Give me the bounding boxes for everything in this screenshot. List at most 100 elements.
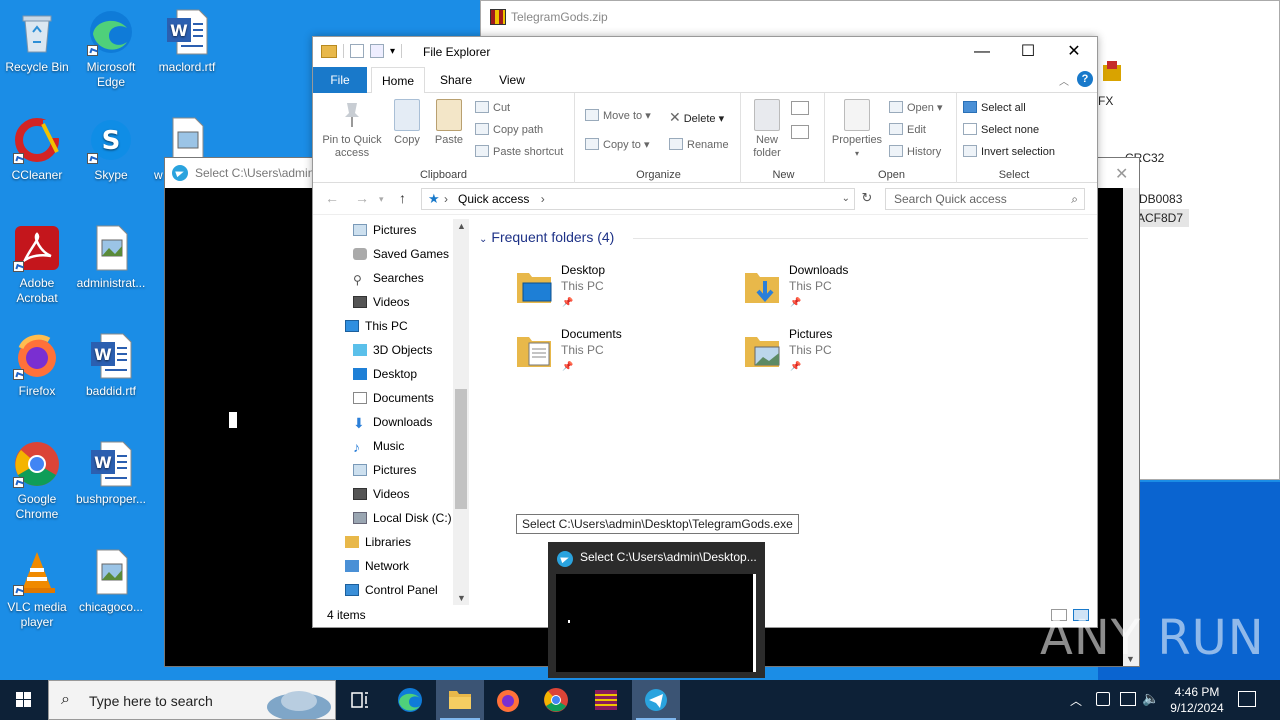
taskbar-thumbnail-preview[interactable]: Select C:\Users\admin\Desktop...	[548, 542, 765, 678]
frequent-folders-header[interactable]: ⌄ Frequent folders (4)	[479, 229, 614, 245]
nav-item-3d-objects[interactable]: 3D Objects	[353, 343, 432, 357]
network-icon[interactable]	[1120, 692, 1136, 706]
select-none-button[interactable]: Select none	[963, 123, 1039, 136]
nav-item-pictures[interactable]: Pictures	[353, 223, 416, 237]
nav-pane-scrollbar[interactable]: ▲ ▼	[453, 219, 469, 605]
address-box[interactable]: ★ › Quick access › ⌄	[421, 188, 855, 210]
tab-home[interactable]: Home	[371, 67, 425, 94]
taskbar-telegram[interactable]	[632, 680, 680, 720]
nav-item-local-disk[interactable]: Local Disk (C:)	[353, 511, 452, 525]
delete-button[interactable]: ✕ Delete ▾	[669, 109, 724, 126]
minimize-button[interactable]: —	[959, 37, 1005, 67]
folder-downloads[interactable]: Downloads This PC 📌	[743, 261, 943, 317]
scrollbar-thumb[interactable]	[455, 389, 467, 509]
taskbar-chrome[interactable]	[532, 680, 580, 720]
help-icon[interactable]: ?	[1077, 71, 1093, 87]
breadcrumb-chevron-icon[interactable]: ›	[541, 192, 545, 206]
nav-item-videos[interactable]: Videos	[353, 295, 409, 309]
file-explorer-window[interactable]: ▾ File Explorer — ☐ ✕ File Home Share Vi…	[312, 36, 1098, 628]
taskbar-search-box[interactable]: ⌕ Type here to search	[48, 680, 336, 720]
collapse-ribbon-icon[interactable]: ︿	[1059, 73, 1069, 88]
desktop-icon-google-chrome[interactable]: Google Chrome	[0, 440, 74, 522]
select-all-button[interactable]: Select all	[963, 101, 1026, 114]
taskbar-edge[interactable]	[386, 680, 434, 720]
desktop-icon-vlc[interactable]: VLC media player	[0, 548, 74, 630]
desktop-icon-firefox[interactable]: Firefox	[0, 332, 74, 399]
desktop-icon-adobe-acrobat[interactable]: Adobe Acrobat	[0, 224, 74, 306]
nav-item-desktop[interactable]: Desktop	[353, 367, 417, 381]
recent-dropdown-icon[interactable]: ▾	[379, 194, 384, 205]
taskbar-winrar[interactable]	[582, 680, 630, 720]
notification-center-icon[interactable]	[1238, 691, 1256, 707]
copy-to-button[interactable]: Copy to ▾	[585, 138, 650, 151]
nav-item-documents[interactable]: Documents	[353, 391, 434, 405]
folder-documents[interactable]: Documents This PC 📌	[515, 325, 715, 381]
properties-button[interactable]: Properties ▾	[829, 99, 885, 160]
nav-item-searches[interactable]: ⚲ Searches	[353, 271, 424, 287]
paste-shortcut-button[interactable]: Paste shortcut	[475, 145, 563, 158]
taskbar-clock[interactable]: 4:46 PM 9/12/2024	[1160, 684, 1234, 716]
tab-share[interactable]: Share	[429, 67, 483, 93]
desktop-icon-baddid[interactable]: W baddid.rtf	[74, 332, 148, 399]
task-view-button[interactable]	[336, 680, 384, 720]
pin-to-quick-access-button[interactable]: Pin to Quick access	[319, 99, 385, 160]
console-scrollbar[interactable]: ▼	[1123, 188, 1139, 666]
folder-desktop[interactable]: Desktop This PC 📌	[515, 261, 715, 317]
maximize-button[interactable]: ☐	[1005, 37, 1051, 67]
nav-item-pictures-pc[interactable]: Pictures	[353, 463, 416, 477]
cut-button[interactable]: Cut	[475, 101, 510, 114]
new-folder-quick-icon[interactable]	[370, 44, 384, 58]
address-dropdown-icon[interactable]: ⌄	[842, 189, 850, 209]
rename-button[interactable]: Rename	[669, 138, 729, 151]
explorer-titlebar[interactable]: ▾ File Explorer — ☐ ✕	[313, 37, 1097, 67]
search-input[interactable]: Search Quick access ⌕	[885, 188, 1085, 210]
close-icon[interactable]: ✕	[1115, 164, 1128, 184]
desktop-icon-maclord[interactable]: W maclord.rtf	[150, 8, 224, 75]
copy-button[interactable]: Copy	[389, 99, 425, 147]
easy-access-icon[interactable]	[791, 125, 809, 139]
desktop-icon-recycle-bin[interactable]: Recycle Bin	[0, 8, 74, 75]
desktop-icon-administrat[interactable]: administrat...	[74, 224, 148, 291]
nav-item-control-panel[interactable]: Control Panel	[345, 583, 438, 597]
open-button[interactable]: Open ▾	[889, 101, 943, 114]
back-arrow-icon[interactable]: ←	[325, 190, 339, 206]
desktop-icon-skype[interactable]: S Skype	[74, 116, 148, 183]
taskbar-firefox[interactable]	[484, 680, 532, 720]
paste-button[interactable]: Paste	[431, 99, 467, 147]
new-item-icon[interactable]	[791, 101, 809, 115]
tab-file[interactable]: File	[313, 67, 367, 93]
nav-item-libraries[interactable]: Libraries	[345, 535, 411, 549]
meet-now-icon[interactable]	[1096, 692, 1110, 706]
invert-selection-button[interactable]: Invert selection	[963, 145, 1055, 158]
nav-item-music[interactable]: ♪ Music	[353, 439, 404, 455]
show-hidden-icons-chevron-icon[interactable]: ︿	[1070, 692, 1082, 709]
breadcrumb-quick-access[interactable]: Quick access	[458, 192, 529, 206]
scroll-up-icon[interactable]: ▲	[457, 221, 466, 231]
desktop-icon-bushproper[interactable]: W bushproper...	[74, 440, 148, 507]
move-to-button[interactable]: Move to ▾	[585, 109, 651, 122]
nav-item-downloads[interactable]: ⬇ Downloads	[353, 415, 432, 431]
taskbar-file-explorer[interactable]	[436, 680, 484, 720]
edit-button[interactable]: Edit	[889, 123, 926, 136]
desktop-icon-ccleaner[interactable]: CCleaner	[0, 116, 74, 183]
nav-item-saved-games[interactable]: Saved Games	[353, 247, 449, 261]
desktop-icon-edge[interactable]: Microsoft Edge	[74, 8, 148, 90]
customize-dropdown-icon[interactable]: ▾	[390, 46, 395, 57]
history-button[interactable]: History	[889, 145, 941, 158]
refresh-icon[interactable]: ↻	[857, 190, 877, 208]
up-arrow-icon[interactable]: ↑	[399, 190, 406, 206]
nav-item-videos-pc[interactable]: Videos	[353, 487, 409, 501]
start-button[interactable]	[0, 680, 48, 720]
properties-quick-icon[interactable]	[350, 44, 364, 58]
nav-item-network[interactable]: Network	[345, 559, 409, 573]
extract-icon[interactable]	[1101, 59, 1123, 83]
volume-icon[interactable]: 🔈	[1142, 690, 1159, 707]
desktop-icon-chicagoco[interactable]: chicagoco...	[74, 548, 148, 615]
nav-item-this-pc[interactable]: This PC	[345, 319, 408, 333]
close-button[interactable]: ✕	[1051, 37, 1097, 67]
new-folder-button[interactable]: New folder	[747, 99, 787, 160]
forward-arrow-icon[interactable]: →	[355, 190, 369, 206]
scroll-down-icon[interactable]: ▼	[457, 593, 466, 603]
copy-path-button[interactable]: Copy path	[475, 123, 543, 136]
tab-view[interactable]: View	[485, 67, 539, 93]
